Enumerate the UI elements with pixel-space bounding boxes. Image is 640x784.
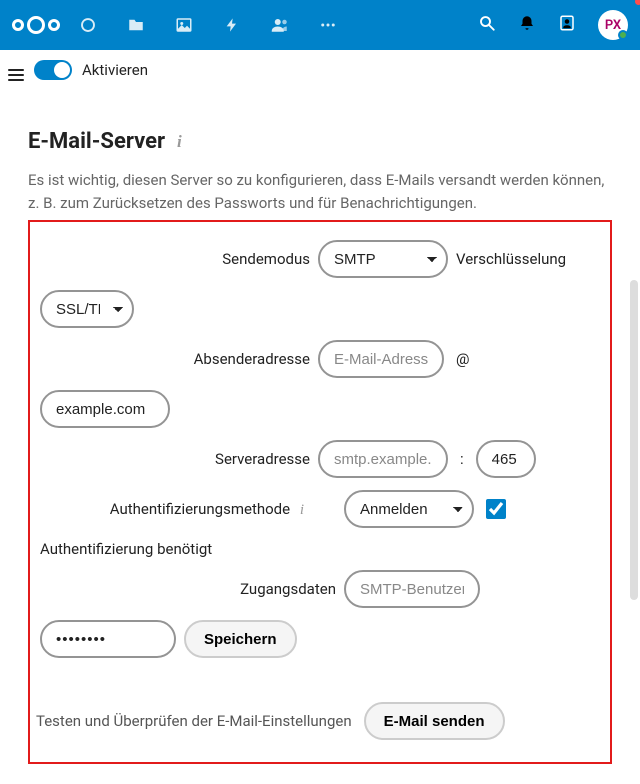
contacts-app-icon[interactable] <box>270 15 290 35</box>
more-apps-icon[interactable] <box>318 15 338 35</box>
server-host-input[interactable] <box>318 440 448 478</box>
section-title: E-Mail-Server <box>28 129 165 154</box>
topbar-right: PX <box>478 10 628 40</box>
save-button[interactable]: Speichern <box>184 620 297 658</box>
colon-symbol: : <box>456 450 468 468</box>
test-email-label: Testen und Überprüfen der E-Mail-Einstel… <box>36 712 352 730</box>
email-server-form: Sendemodus SMTP Verschlüsselung SSL/TLS … <box>28 220 612 764</box>
section-description: Es ist wichtig, diesen Server so zu konf… <box>28 169 612 214</box>
settings-content: E-Mail-Server i Es ist wichtig, diesen S… <box>0 89 640 784</box>
sendmode-label: Sendemodus <box>40 250 310 268</box>
search-icon[interactable] <box>478 14 496 36</box>
sidebar-toggle-icon[interactable] <box>8 69 24 81</box>
files-icon[interactable] <box>126 15 146 35</box>
from-label: Absenderadresse <box>40 350 310 368</box>
encryption-label: Verschlüsselung <box>456 250 566 268</box>
credentials-label: Zugangsdaten <box>40 580 336 598</box>
from-domain-input[interactable] <box>40 390 170 428</box>
at-symbol: @ <box>452 350 473 368</box>
info-icon[interactable]: i <box>177 132 182 152</box>
page-toggle-row: Aktivieren <box>0 50 640 89</box>
smtp-password-input[interactable] <box>40 620 176 658</box>
server-label: Serveradresse <box>40 450 310 468</box>
contacts-menu-icon[interactable] <box>558 14 576 36</box>
notifications-icon[interactable] <box>518 14 536 36</box>
from-localpart-input[interactable] <box>318 340 444 378</box>
auth-required-label: Authentifizierung benötigt <box>40 540 212 558</box>
section-heading: E-Mail-Server i <box>28 129 612 154</box>
user-avatar[interactable]: PX <box>598 10 628 40</box>
activity-icon[interactable] <box>222 15 242 35</box>
status-online-dot <box>618 30 628 40</box>
encryption-select[interactable]: SSL/TLS <box>40 290 134 328</box>
authmethod-label: Authentifizierungsmethode <box>110 500 290 518</box>
auth-required-checkbox[interactable] <box>486 499 506 519</box>
scrollbar-thumb[interactable] <box>630 280 638 600</box>
activate-toggle[interactable] <box>34 60 72 80</box>
authmethod-select[interactable]: Anmelden <box>344 490 474 528</box>
smtp-user-input[interactable] <box>344 570 480 608</box>
activate-toggle-label: Aktivieren <box>82 61 148 79</box>
photos-icon[interactable] <box>174 15 194 35</box>
sendmode-select[interactable]: SMTP <box>318 240 448 278</box>
nextcloud-logo[interactable] <box>12 16 60 34</box>
server-port-input[interactable] <box>476 440 536 478</box>
dashboard-icon[interactable] <box>78 15 98 35</box>
notification-badge <box>635 0 640 5</box>
info-icon[interactable]: i <box>300 502 304 518</box>
app-topbar: PX <box>0 0 640 50</box>
topbar-nav <box>78 15 478 35</box>
